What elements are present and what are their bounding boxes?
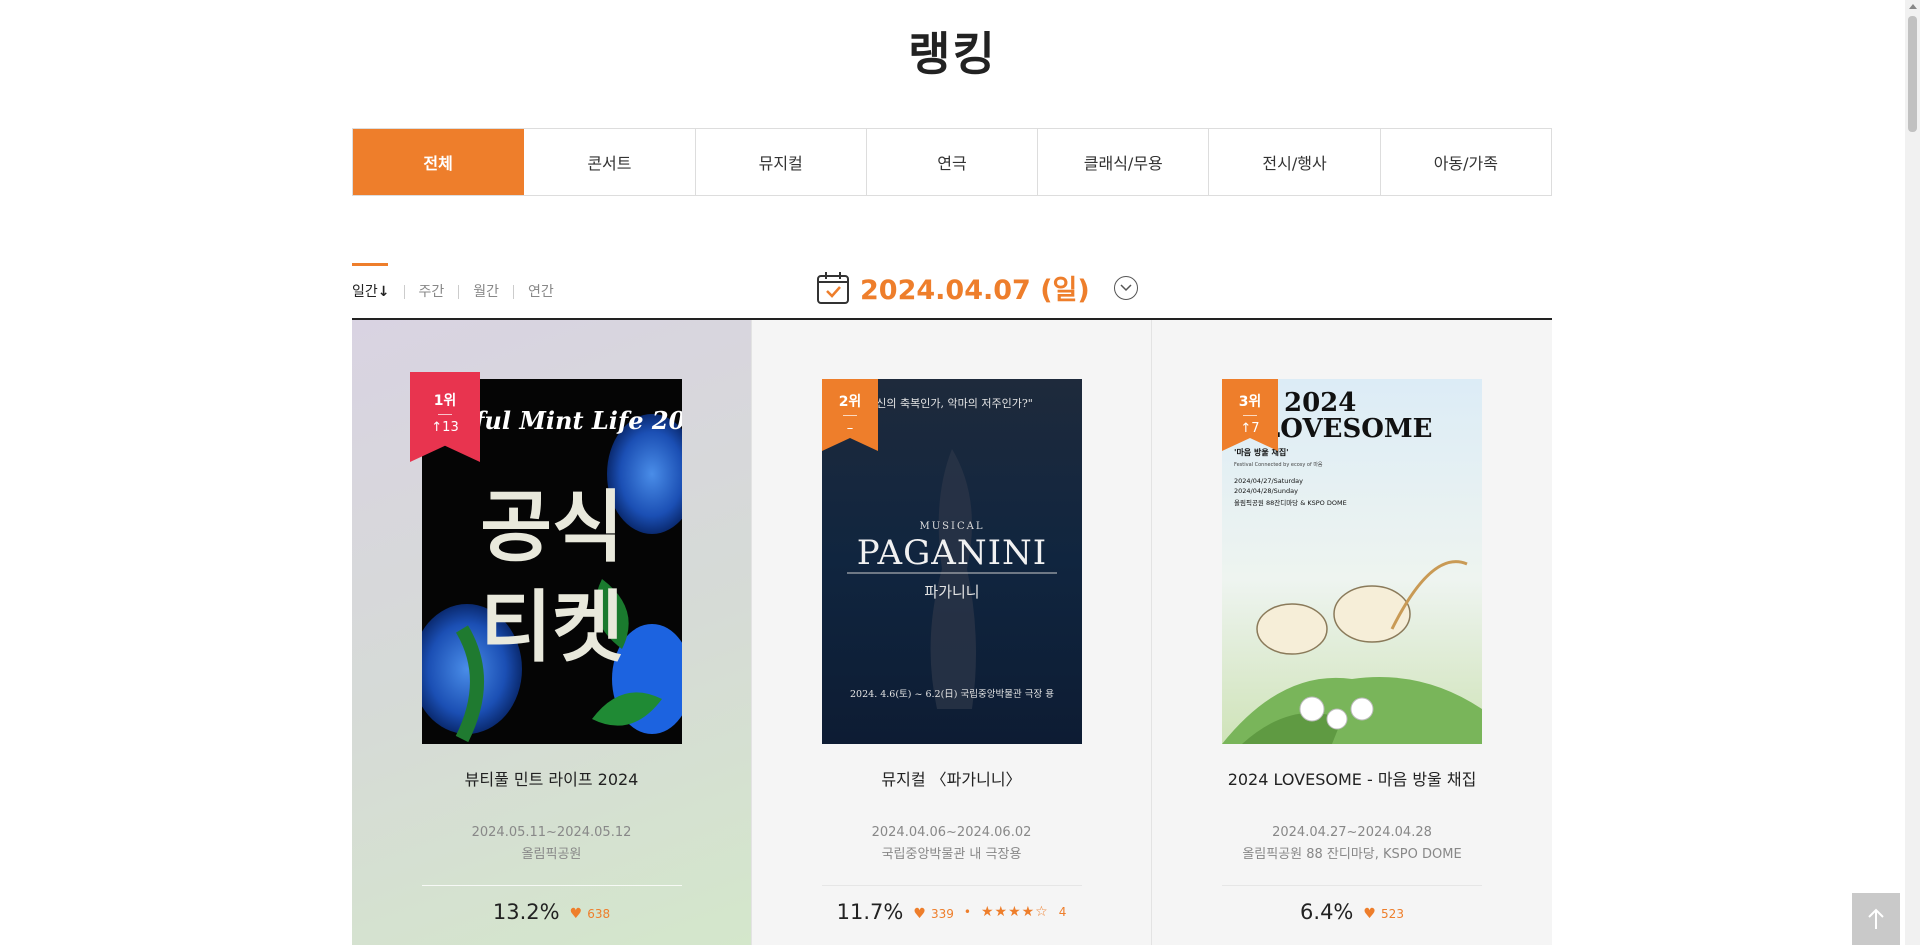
heart-icon: ♥ <box>913 905 926 922</box>
heart-icon: ♥ <box>569 905 583 922</box>
rank-label: 2위 <box>838 394 862 410</box>
likes: ♥ 339 <box>913 903 954 922</box>
period-active-indicator <box>352 263 388 266</box>
card-stats: 13.2% ♥ 638 <box>352 900 751 924</box>
ranking-card[interactable]: 2위 – "신의 축복인가, 악마의 저주인가?" MUSICAL PAGANI… <box>752 320 1152 945</box>
tab-all[interactable]: 전체 <box>353 129 525 195</box>
card-title[interactable]: 뷰티풀 민트 라이프 2024 <box>352 766 751 790</box>
card-title[interactable]: 뮤지컬 〈파가니니〉 <box>752 766 1151 790</box>
selected-date[interactable]: 2024.04.07 (일) <box>860 268 1090 307</box>
separator-dot: • <box>963 905 971 919</box>
card-date: 2024.04.06~2024.06.02 <box>871 825 1032 840</box>
rating-value: 4 <box>1058 905 1067 919</box>
poster-musical-label: MUSICAL <box>920 521 985 532</box>
tab-kids-family[interactable]: 아동/가족 <box>1380 129 1551 195</box>
sort-arrow-icon: ↓ <box>377 284 390 300</box>
arrow-up-icon <box>1868 908 1884 929</box>
rank-label: 3위 <box>1238 394 1262 410</box>
card-venue: 올림픽공원 <box>521 847 582 862</box>
poster-title-ko: 파가니니 <box>924 583 979 601</box>
rank-change: ↑13 <box>431 420 459 435</box>
card-divider <box>422 885 682 886</box>
scroll-to-top-button[interactable] <box>1852 893 1900 945</box>
card-divider <box>1222 885 1482 886</box>
likes-count: 339 <box>930 906 954 921</box>
likes-count: 638 <box>587 906 611 921</box>
poster-place: 올림픽공원 88잔디마당 & KSPO DOME <box>1234 498 1347 507</box>
ranking-list: 1위 ↑13 Beautiful Mint Life 20 <box>352 320 1552 945</box>
star-rating-icon: ★★★★☆ <box>980 904 1049 920</box>
likes: ♥ 638 <box>570 903 611 922</box>
poster-title: PAGANINI <box>857 533 1047 573</box>
date-picker: 2024.04.07 (일) <box>816 268 1138 307</box>
tab-musical[interactable]: 뮤지컬 <box>695 129 867 195</box>
ranking-card[interactable]: 3위 ↑7 2024 LOVESOME '마음 방울 채집' Festival … <box>1152 320 1552 945</box>
poster-quote: "신의 축복인가, 악마의 저주인가?" <box>871 397 1033 410</box>
calendar-icon[interactable] <box>816 271 850 305</box>
card-venue: 올림픽공원 88 잔디마당, KSPO DOME <box>1242 847 1462 862</box>
tab-play[interactable]: 연극 <box>866 129 1039 195</box>
tab-exhibition[interactable]: 전시/행사 <box>1209 129 1381 195</box>
scroll-up-icon[interactable] <box>1909 4 1917 9</box>
card-title[interactable]: 2024 LOVESOME - 마음 방울 채집 <box>1152 766 1552 790</box>
card-divider <box>822 885 1082 886</box>
period-monthly[interactable]: 월간 <box>458 285 513 299</box>
card-date: 2024.04.27~2024.04.28 <box>1272 825 1432 840</box>
period-daily[interactable]: 일간↓ <box>352 285 404 299</box>
scrollbar-thumb[interactable] <box>1908 16 1917 132</box>
poster-title-line2: LOVESOME <box>1262 414 1433 444</box>
card-stats: 11.7% ♥ 339 • ★★★★☆ 4 <box>752 900 1151 924</box>
tab-concert[interactable]: 콘서트 <box>524 129 696 195</box>
rank-change: – <box>846 421 854 436</box>
booking-share: 13.2% <box>492 900 560 924</box>
ranking-card[interactable]: 1위 ↑13 Beautiful Mint Life 20 <box>352 320 752 945</box>
poster-text-2: 티켓 <box>480 583 624 673</box>
heart-icon: ♥ <box>1363 905 1376 922</box>
rank-label: 1위 <box>433 393 457 409</box>
category-tabs: 전체 콘서트 뮤지컬 연극 클래식/무용 전시/행사 아동/가족 <box>352 128 1552 196</box>
period-selector: 일간↓ 주간 월간 연간 <box>352 263 568 299</box>
period-yearly[interactable]: 연간 <box>513 285 568 299</box>
period-weekly[interactable]: 주간 <box>403 285 459 299</box>
booking-share: 11.7% <box>836 900 904 924</box>
card-venue: 국립중앙박물관 내 극장용 <box>881 847 1022 862</box>
page-title: 랭킹 <box>908 27 997 81</box>
poster-date-1: 2024/04/27/Saturday <box>1234 477 1303 485</box>
chevron-down-icon <box>1120 283 1132 291</box>
poster-tag: '마음 방울 채집' <box>1234 447 1289 457</box>
scrollbar[interactable] <box>1905 0 1920 945</box>
likes-count: 523 <box>1381 906 1404 921</box>
poster-text-1: 공식 <box>480 483 624 573</box>
likes: ♥ 523 <box>1363 903 1404 922</box>
booking-share: 6.4% <box>1300 900 1354 924</box>
card-stats: 6.4% ♥ 523 <box>1152 900 1552 924</box>
card-date: 2024.05.11~2024.05.12 <box>471 825 632 840</box>
poster-date-2: 2024/04/28/Sunday <box>1234 487 1298 495</box>
rank-change: ↑7 <box>1240 421 1260 436</box>
tab-classic-dance[interactable]: 클래식/무용 <box>1038 129 1210 195</box>
poster-run: 2024. 4.6(토) ~ 6.2(日) 국립중앙박물관 극장 용 <box>850 688 1054 700</box>
date-dropdown-button[interactable] <box>1113 275 1138 300</box>
poster-sub: Festival Connected by ecosy of 마음 <box>1234 461 1323 468</box>
